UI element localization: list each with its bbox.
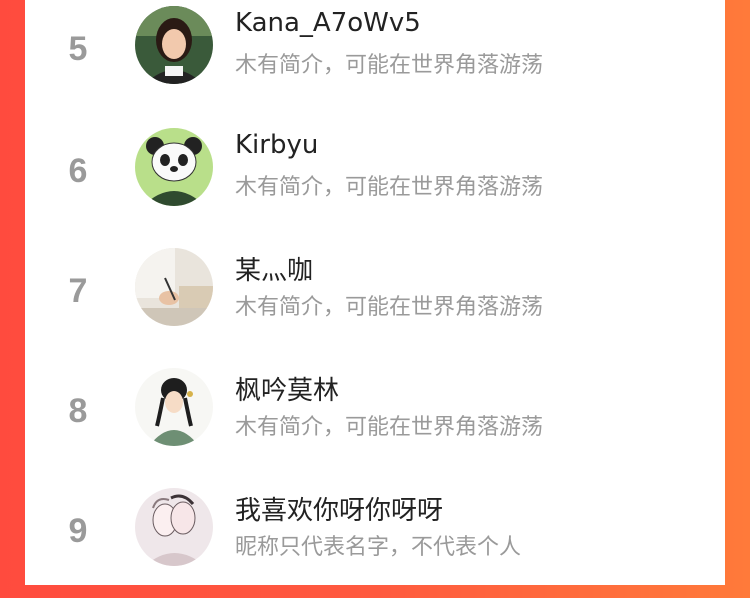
anime-girl-avatar-icon[interactable] <box>135 368 213 446</box>
rank-number: 8 <box>68 392 88 430</box>
rank-number: 7 <box>68 272 88 310</box>
list-item[interactable]: 7 某灬咖 木有简介，可能在世界角落游荡 <box>25 240 725 358</box>
username[interactable]: Kana_A7oWv5 <box>235 8 421 38</box>
sketch-couple-avatar-icon[interactable] <box>135 488 213 566</box>
panda-avatar-icon[interactable] <box>135 128 213 206</box>
rank-number: 9 <box>68 512 88 550</box>
username[interactable]: 我喜欢你呀你呀呀 <box>235 490 443 527</box>
writing-hand-avatar-icon[interactable] <box>135 248 213 326</box>
user-bio: 木有简介，可能在世界角落游荡 <box>235 53 544 78</box>
user-bio: 木有简介，可能在世界角落游荡 <box>235 295 544 320</box>
rank-number: 6 <box>68 152 88 190</box>
username[interactable]: Kirbyu <box>235 130 318 160</box>
username[interactable]: 枫吟莫林 <box>235 370 339 407</box>
user-bio: 木有简介，可能在世界角落游荡 <box>235 175 544 200</box>
rank-number: 5 <box>68 30 88 68</box>
user-bio: 昵称只代表名字，不代表个人 <box>235 535 522 560</box>
woman-photo-avatar-icon[interactable] <box>135 6 213 84</box>
username[interactable]: 某灬咖 <box>235 250 313 287</box>
list-item[interactable]: 5 Kana_A7oWv5 木有简介，可能在世界角落游荡 <box>25 0 725 116</box>
list-item[interactable]: 9 我喜欢你呀你呀呀 昵称只代表名字，不代表个人 <box>25 480 725 598</box>
list-item[interactable]: 8 枫吟莫林 木有简介，可能在世界角落游荡 <box>25 360 725 478</box>
leaderboard-panel: 5 Kana_A7oWv5 木有简介，可能在世界角落游荡 6 Kirbyu 木有… <box>25 0 725 585</box>
list-item[interactable]: 6 Kirbyu 木有简介，可能在世界角落游荡 <box>25 120 725 238</box>
user-bio: 木有简介，可能在世界角落游荡 <box>235 415 544 440</box>
